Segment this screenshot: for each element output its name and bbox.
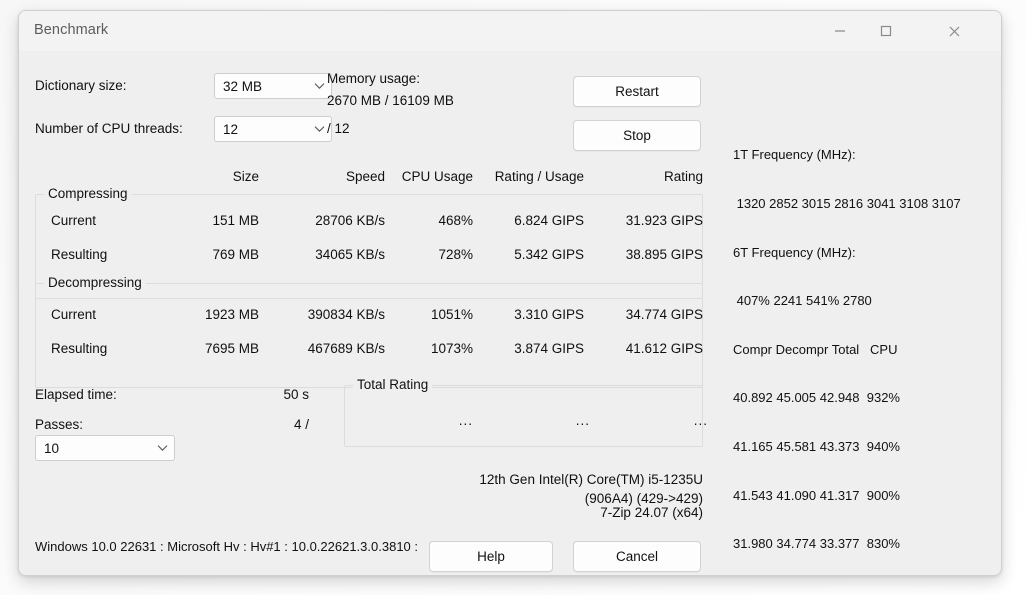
cell-speed: 34065 KB/s	[315, 247, 385, 262]
restart-button[interactable]: Restart	[573, 76, 701, 107]
cell-size: 1923 MB	[204, 307, 259, 322]
benchmark-client-area: Dictionary size: 32 MB Memory usage: 267…	[19, 51, 1001, 575]
cell-cpu-usage: 1073%	[430, 341, 473, 356]
dictionary-size-value: 32 MB	[223, 78, 263, 94]
cell-cpu-usage: 1051%	[430, 307, 473, 322]
cell-rating: 38.895 GIPS	[625, 247, 703, 262]
cell-rating: 31.923 GIPS	[625, 213, 703, 228]
cell-rating-usage: 6.824 GIPS	[514, 213, 584, 228]
cell-size: 7695 MB	[204, 341, 259, 356]
os-line-1: Windows 10.0 22631 : Microsoft Hv : Hv#1…	[35, 539, 418, 554]
cpu-threads-label: Number of CPU threads:	[35, 121, 183, 136]
app-version: 7-Zip 24.07 (x64)	[600, 505, 703, 520]
minimize-button[interactable]	[817, 11, 863, 51]
frequency-info-block: 1T Frequency (MHz): 1320 2852 3015 2816 …	[733, 115, 961, 575]
cell-cpu-usage: 728%	[438, 247, 473, 262]
total-rating-legend: Total Rating	[353, 377, 433, 392]
decompressing-legend: Decompressing	[44, 275, 146, 290]
help-button[interactable]: Help	[429, 541, 553, 572]
column-header-rating: Rating	[663, 169, 703, 184]
total-rating-rating-usage: ...	[575, 413, 590, 428]
cpu-threads-total: / 12	[327, 121, 350, 136]
column-header-cpu-usage: CPU Usage	[401, 169, 473, 184]
benchmark-window: Benchmark Dictionary size: 32 MB Memory …	[18, 10, 1002, 576]
dictionary-size-select[interactable]: 32 MB	[214, 73, 332, 99]
column-header-rating-usage: Rating / Usage	[494, 169, 584, 184]
cell-size: 769 MB	[212, 247, 259, 262]
passes-limit-value: 10	[44, 440, 60, 456]
frequency-row: 41.543 41.090 41.317 900%	[733, 487, 900, 503]
cell-size: 151 MB	[212, 213, 259, 228]
stop-button[interactable]: Stop	[573, 120, 701, 151]
chevron-down-icon	[150, 444, 174, 452]
os-info-block: Windows 10.0 22631 : Microsoft Hv : Hv#1…	[35, 504, 418, 575]
column-header-speed: Speed	[345, 169, 385, 184]
cell-speed: 467689 KB/s	[307, 341, 385, 356]
cpu-threads-select[interactable]: 12	[214, 116, 332, 142]
frequency-1t-label: 1T Frequency (MHz):	[733, 147, 856, 163]
total-rating-rating: ...	[693, 413, 708, 428]
frequency-row: 41.165 45.581 43.373 940%	[733, 439, 900, 455]
frequency-row: 31.980 34.774 33.377 830%	[733, 536, 900, 552]
cell-speed: 28706 KB/s	[315, 213, 385, 228]
close-icon	[947, 24, 962, 39]
total-rating-cpu-usage: ...	[458, 413, 473, 428]
decompressing-group: Decompressing	[35, 275, 703, 388]
row-label: Resulting	[51, 341, 108, 356]
frequency-columns-header: Compr Decompr Total CPU	[733, 341, 898, 357]
cell-rating: 34.774 GIPS	[625, 307, 703, 322]
row-label: Current	[51, 307, 97, 322]
row-label: Current	[51, 213, 97, 228]
passes-label: Passes:	[35, 417, 84, 432]
elapsed-time-value: 50 s	[283, 387, 309, 402]
frequency-6t-label: 6T Frequency (MHz):	[733, 244, 856, 260]
passes-value: 4 /	[293, 417, 309, 432]
column-header-size: Size	[232, 169, 259, 184]
frequency-1t-values: 1320 2852 3015 2816 3041 3108 3107	[733, 196, 961, 212]
maximize-icon	[879, 24, 893, 38]
cancel-button[interactable]: Cancel	[573, 541, 701, 572]
close-button[interactable]	[931, 11, 977, 51]
cell-speed: 390834 KB/s	[307, 307, 385, 322]
frequency-row: 40.892 45.005 42.948 932%	[733, 390, 900, 406]
cpu-name: 12th Gen Intel(R) Core(TM) i5-1235U	[479, 472, 703, 487]
passes-limit-select[interactable]: 10	[35, 435, 175, 461]
memory-usage-value: 2670 MB / 16109 MB	[327, 93, 454, 108]
compressing-legend: Compressing	[44, 186, 132, 201]
frequency-6t-values: 407% 2241 541% 2780	[733, 293, 872, 309]
row-label: Resulting	[51, 247, 108, 262]
dictionary-size-label: Dictionary size:	[35, 78, 127, 93]
cell-cpu-usage: 468%	[438, 213, 473, 228]
memory-usage-label: Memory usage:	[327, 71, 421, 86]
screen: Benchmark Dictionary size: 32 MB Memory …	[0, 0, 1026, 595]
maximize-button[interactable]	[863, 11, 909, 51]
minimize-icon	[833, 24, 847, 38]
cell-rating-usage: 3.874 GIPS	[514, 341, 584, 356]
cpu-threads-value: 12	[223, 121, 239, 137]
window-titlebar[interactable]: Benchmark	[19, 11, 1001, 52]
cell-rating-usage: 5.342 GIPS	[514, 247, 584, 262]
elapsed-time-label: Elapsed time:	[35, 387, 117, 402]
window-title: Benchmark	[34, 22, 109, 38]
cell-rating-usage: 3.310 GIPS	[514, 307, 584, 322]
cell-rating: 41.612 GIPS	[625, 341, 703, 356]
